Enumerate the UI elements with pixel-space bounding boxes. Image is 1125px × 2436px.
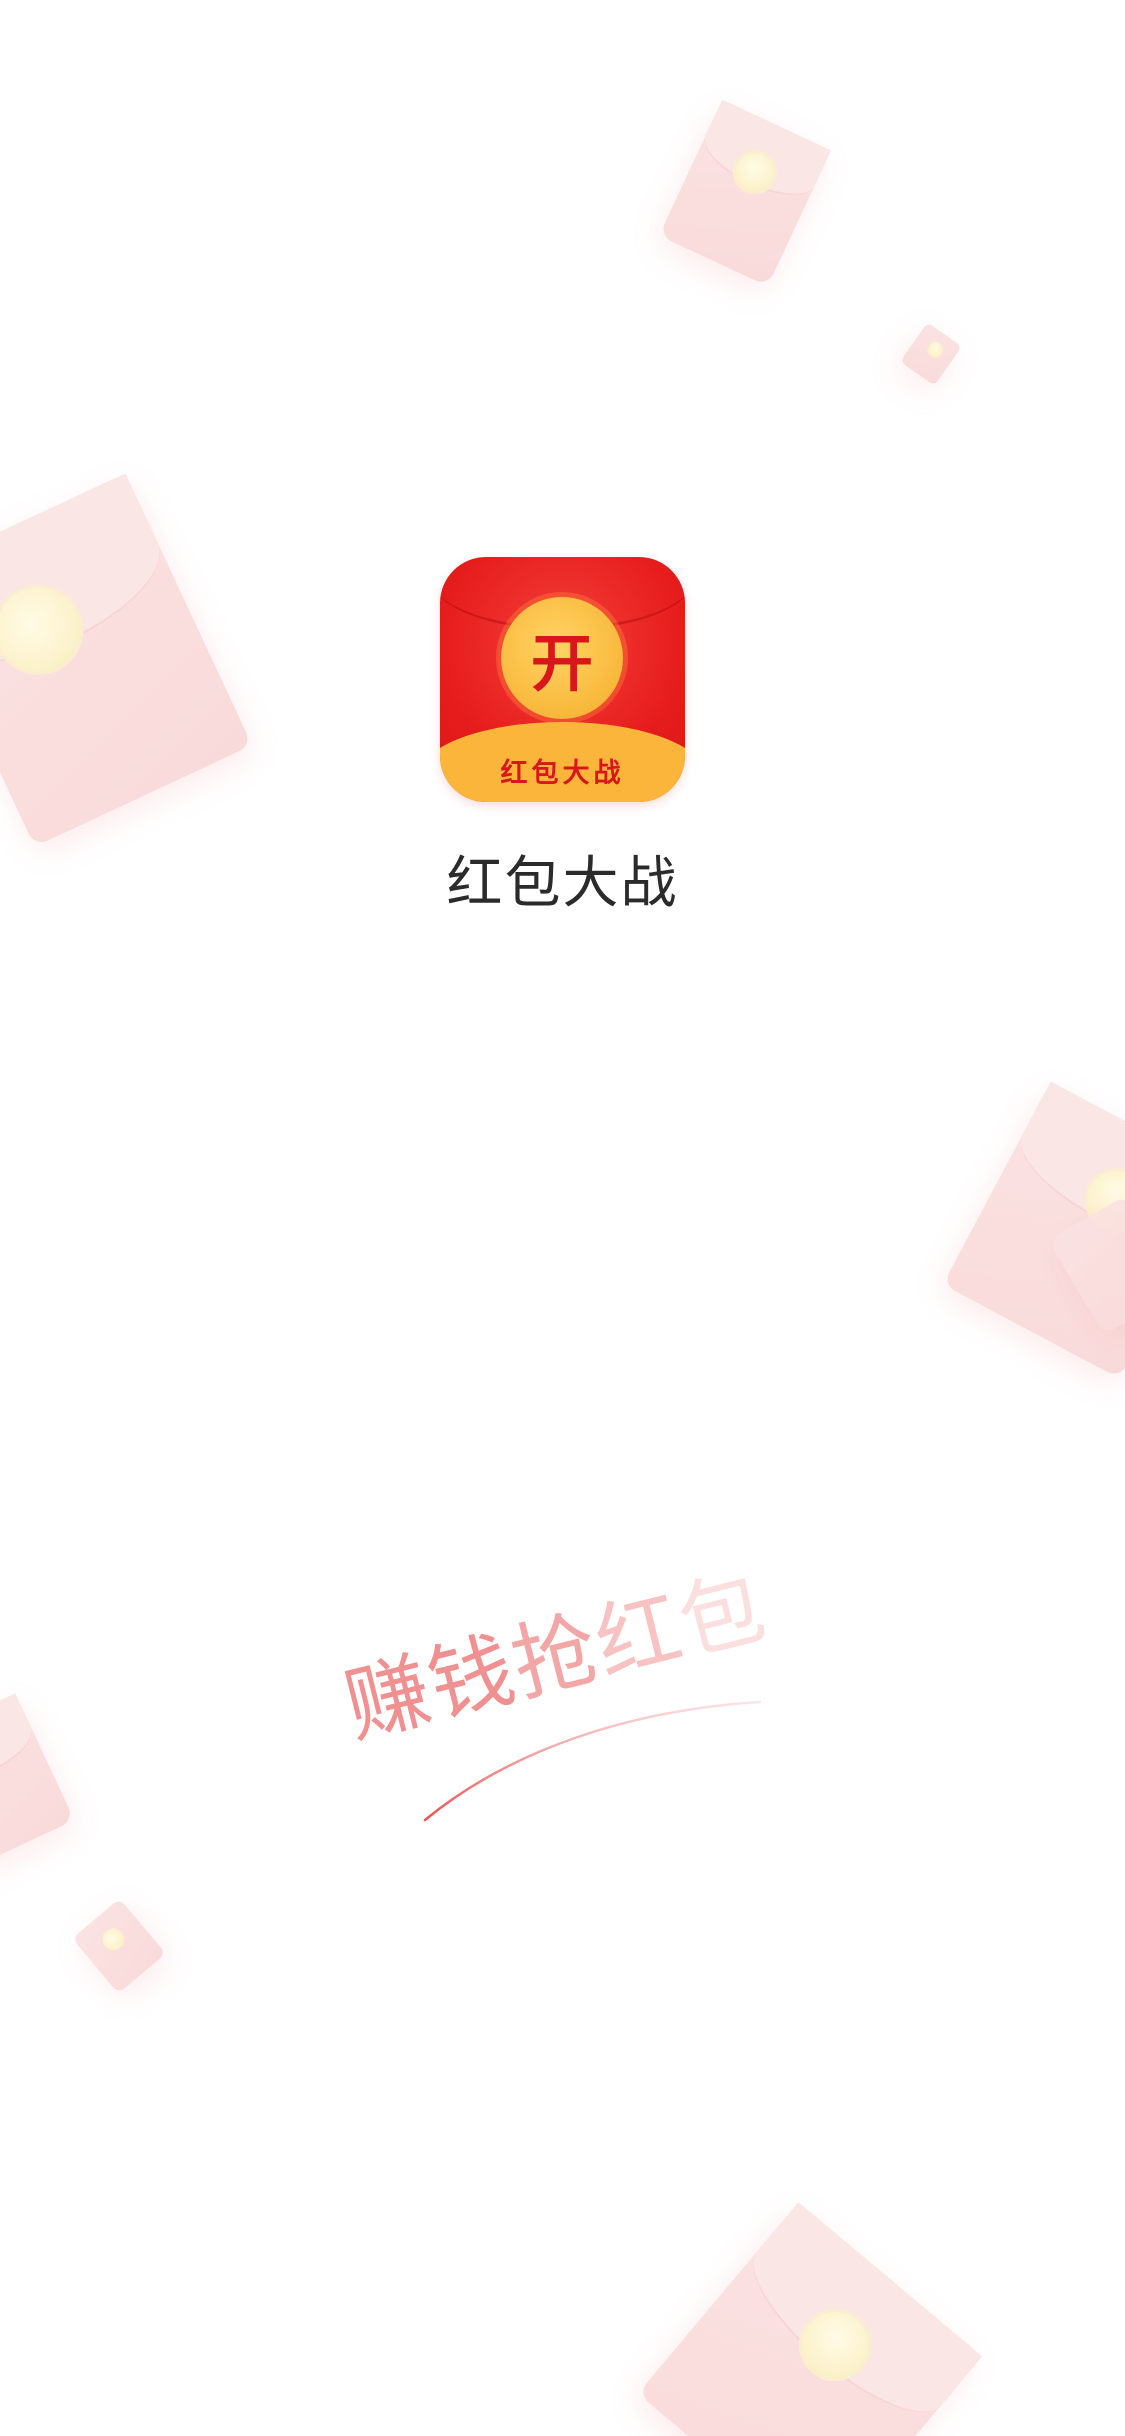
- coin-glyph: 开: [530, 627, 593, 700]
- app-logo-icon: 开 红包大战: [440, 557, 685, 802]
- red-envelope-decoration-icon: [72, 1898, 166, 1994]
- red-envelope-decoration-icon: [0, 1693, 75, 1867]
- icon-band-text: 红包大战: [500, 758, 625, 789]
- red-envelope-decoration-icon: [637, 2202, 983, 2436]
- red-envelope-decoration-icon: [658, 99, 832, 287]
- splash-screen: 开 红包大战 红包大战 赚钱抢红包: [0, 0, 1125, 2436]
- red-envelope-decoration-icon: [0, 473, 253, 847]
- slogan-underline-curve: [423, 1700, 762, 1822]
- red-envelope-decoration-icon: [900, 322, 962, 386]
- app-name: 红包大战: [446, 851, 679, 916]
- coin-icon: 开: [501, 597, 623, 719]
